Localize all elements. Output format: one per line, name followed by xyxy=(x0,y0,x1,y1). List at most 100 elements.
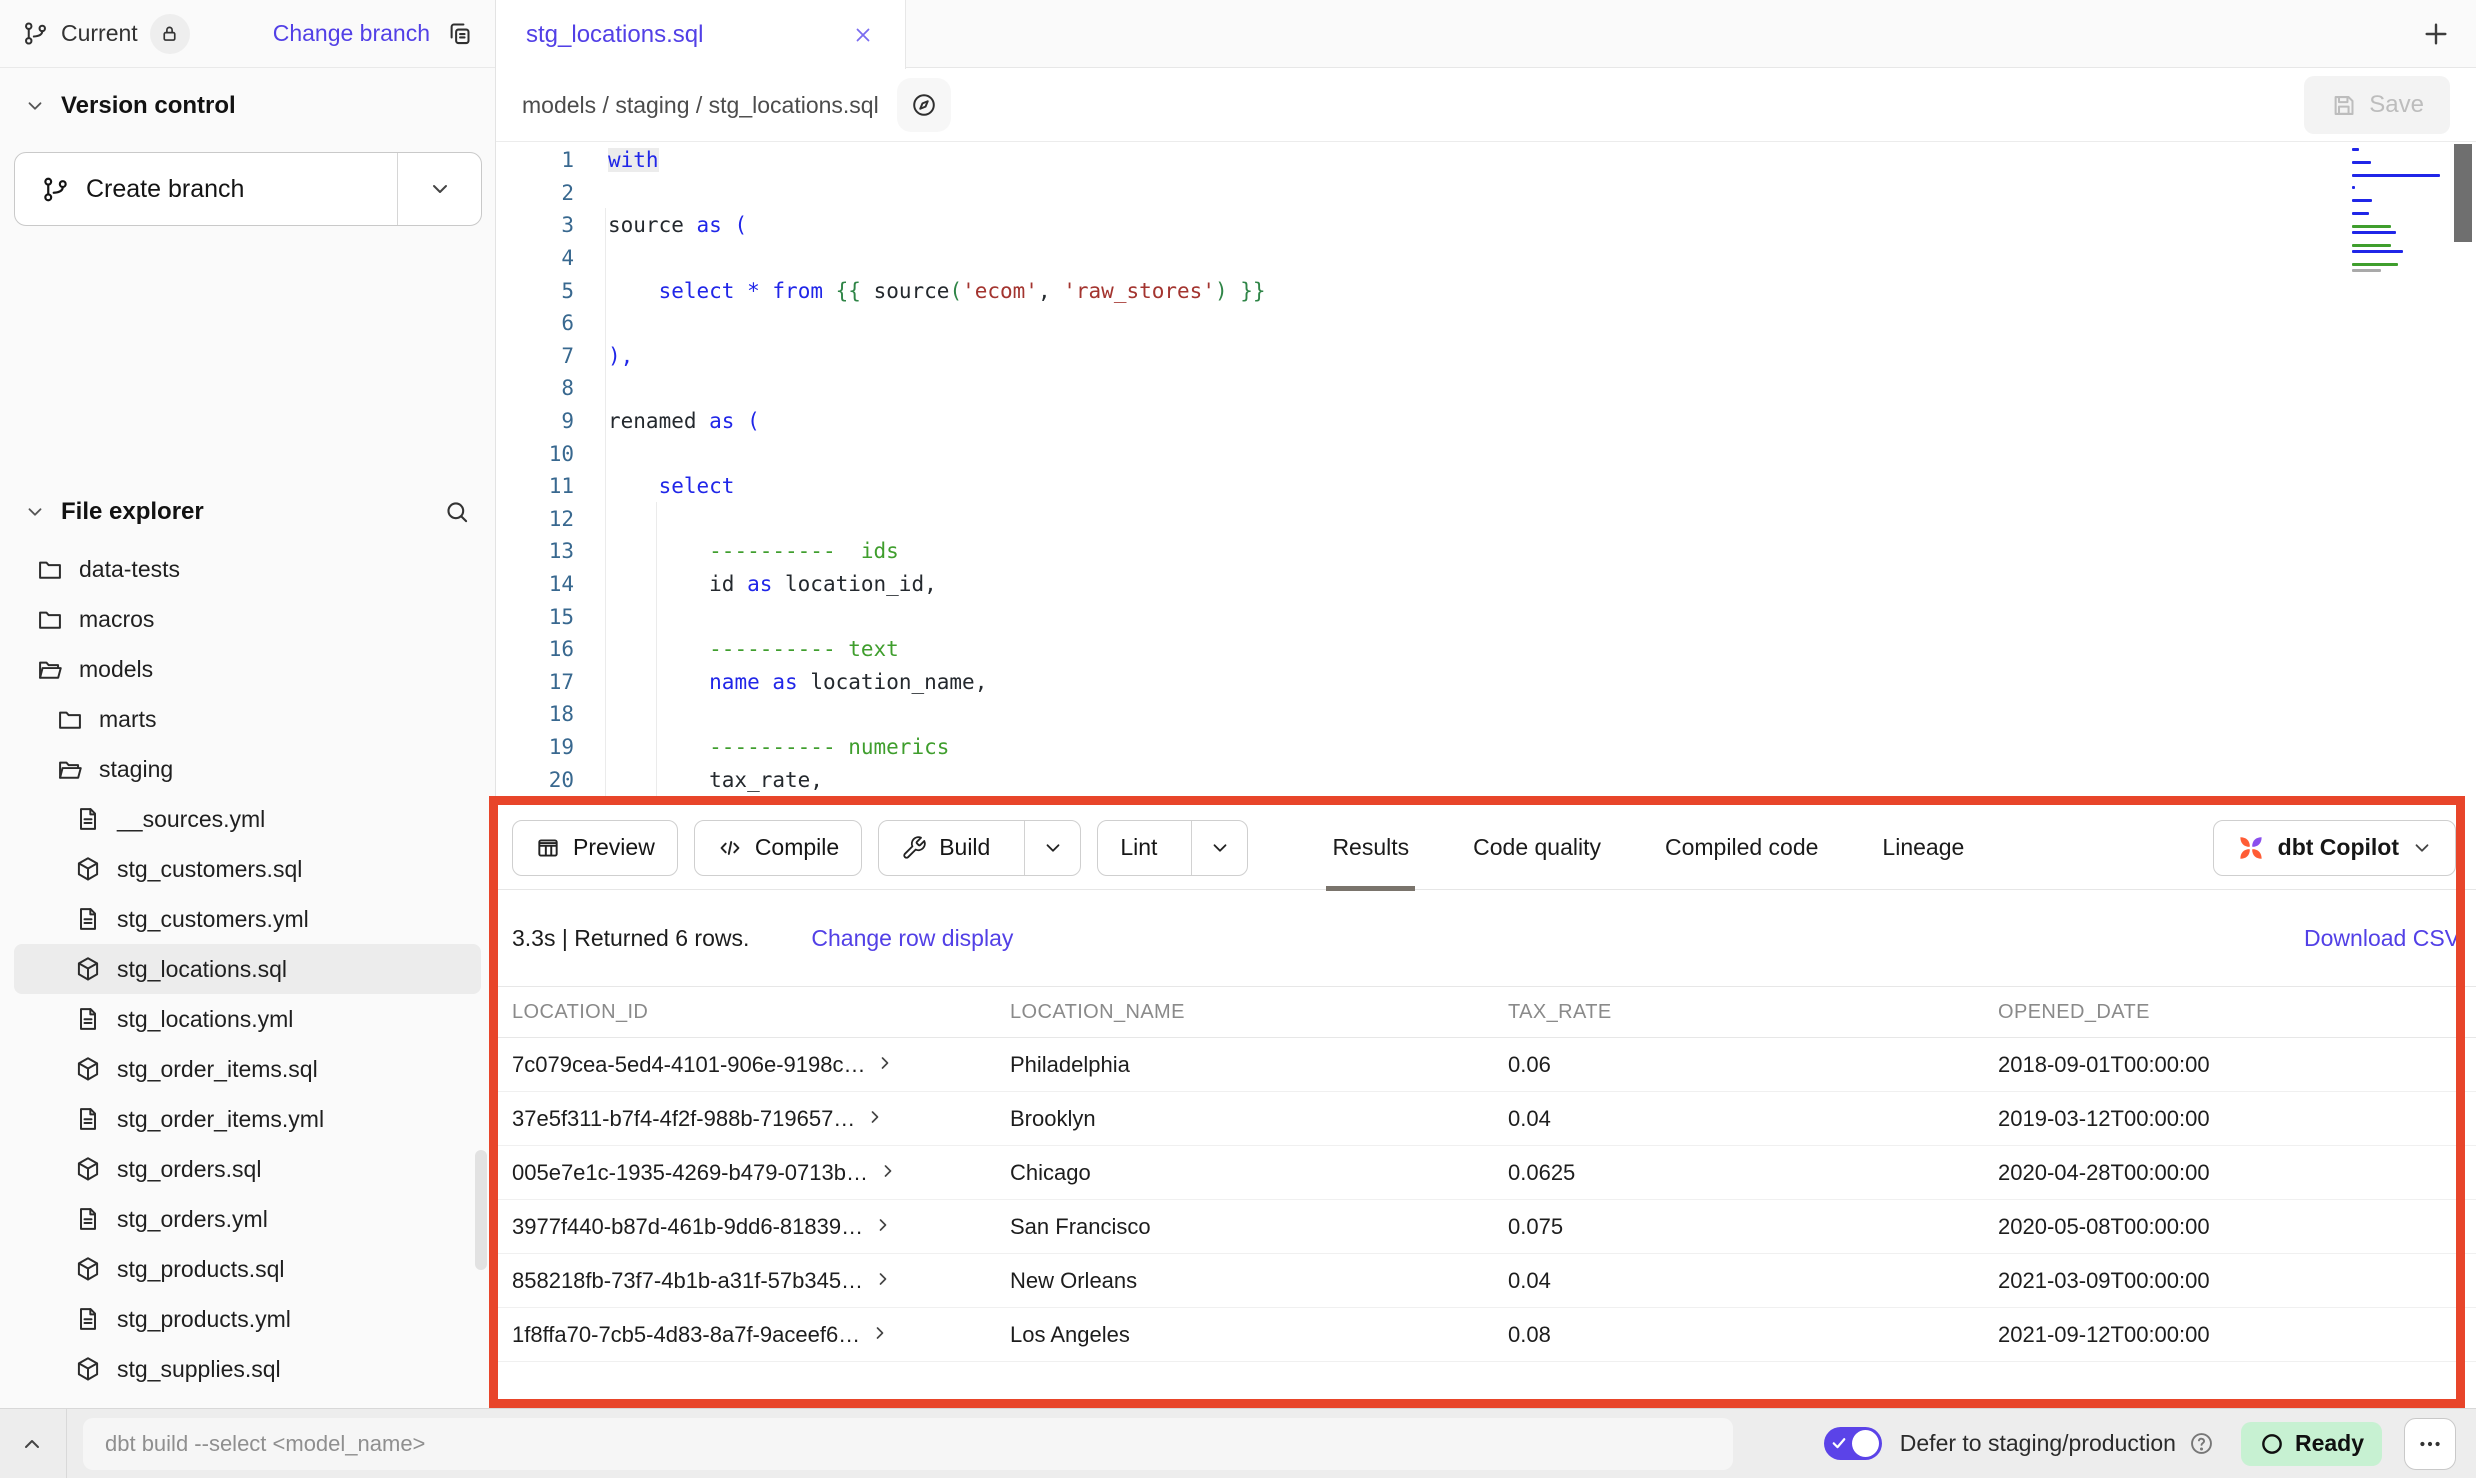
code-line: 10 xyxy=(496,437,2476,470)
panel-tab-code-quality[interactable]: Code quality xyxy=(1441,806,1633,890)
cell-location-id: 3977f440-b87d-461b-9dd6-81839… xyxy=(512,1214,1010,1240)
file-item-models[interactable]: models xyxy=(14,644,481,694)
expand-chevron-icon[interactable] xyxy=(865,1107,885,1127)
change-branch-link[interactable]: Change branch xyxy=(273,20,430,47)
file-item-label: data-tests xyxy=(79,556,180,583)
file-explorer-header[interactable]: File explorer xyxy=(0,488,495,536)
dbt-copilot-button[interactable]: dbt Copilot xyxy=(2213,820,2456,876)
preview-button[interactable]: Preview xyxy=(512,820,678,876)
explore-lineage-button[interactable] xyxy=(897,78,951,132)
create-branch-main[interactable]: Create branch xyxy=(15,153,397,225)
ready-label: Ready xyxy=(2295,1430,2364,1457)
cell-tax_rate: 0.08 xyxy=(1508,1322,1998,1348)
panel-tab-lineage[interactable]: Lineage xyxy=(1850,806,1996,890)
file-icon xyxy=(74,905,102,933)
file-item-stg-order-items-sql[interactable]: stg_order_items.sql xyxy=(14,1044,481,1094)
file-item-stg-supplies-sql[interactable]: stg_supplies.sql xyxy=(14,1344,481,1394)
file-item-stg-products-yml[interactable]: stg_products.yml xyxy=(14,1294,481,1344)
file-item-marts[interactable]: marts xyxy=(14,694,481,744)
collapse-panel-button[interactable] xyxy=(20,1432,44,1456)
expand-chevron-icon[interactable] xyxy=(873,1215,893,1235)
expand-chevron-icon[interactable] xyxy=(875,1053,895,1073)
editor-minimap[interactable] xyxy=(2352,148,2444,276)
command-input[interactable] xyxy=(83,1418,1733,1470)
lint-split-button: Lint xyxy=(1097,820,1248,876)
create-branch-button[interactable]: Create branch xyxy=(14,152,482,226)
save-button[interactable]: Save xyxy=(2304,76,2450,134)
expand-chevron-icon[interactable] xyxy=(870,1323,890,1343)
line-number: 2 xyxy=(496,181,600,205)
cell-location_name: San Francisco xyxy=(1010,1214,1508,1240)
cube-icon xyxy=(74,1155,102,1183)
tab-close-button[interactable] xyxy=(851,23,875,47)
file-item-stg-products-sql[interactable]: stg_products.sql xyxy=(14,1244,481,1294)
cell-location-id: 858218fb-73f7-4b1b-a31f-57b345… xyxy=(512,1268,1010,1294)
question-circle-icon xyxy=(2188,1430,2215,1457)
help-icon[interactable] xyxy=(2188,1430,2215,1457)
line-number: 7 xyxy=(496,344,600,368)
code-line: 4 xyxy=(496,242,2476,275)
branch-bar: Current Change branch xyxy=(0,0,495,68)
expand-chevron-icon[interactable] xyxy=(878,1161,898,1181)
table-icon xyxy=(535,835,561,861)
cell-location-id: 005e7e1c-1935-4269-b479-0713b… xyxy=(512,1160,1010,1186)
table-row: 7c079cea-5ed4-4101-906e-9198c…Philadelph… xyxy=(496,1038,2476,1092)
line-number: 1 xyxy=(496,148,600,172)
file-item-stg-locations-sql[interactable]: stg_locations.sql xyxy=(14,944,481,994)
code-line: 19 ---------- numerics xyxy=(496,731,2476,764)
tab-stg-locations[interactable]: stg_locations.sql xyxy=(496,0,906,69)
build-dropdown[interactable] xyxy=(1024,821,1080,875)
file-item-stg-customers-yml[interactable]: stg_customers.yml xyxy=(14,894,481,944)
file-item-stg-order-items-yml[interactable]: stg_order_items.yml xyxy=(14,1094,481,1144)
create-branch-dropdown[interactable] xyxy=(397,153,481,225)
editor-scrollbar-thumb[interactable] xyxy=(2454,144,2472,242)
compile-button[interactable]: Compile xyxy=(694,820,862,876)
folder-icon xyxy=(36,555,64,583)
code-text: ---------- ids xyxy=(600,539,899,563)
lint-dropdown[interactable] xyxy=(1191,821,1247,875)
cell-opened_date: 2021-03-09T00:00:00 xyxy=(1998,1268,2460,1294)
version-control-header[interactable]: Version control xyxy=(0,82,495,130)
file-item-data-tests[interactable]: data-tests xyxy=(14,544,481,594)
table-row: 005e7e1c-1935-4269-b479-0713b…Chicago0.0… xyxy=(496,1146,2476,1200)
sidebar: Current Change branch Version control Cr… xyxy=(0,0,496,1408)
expand-chevron-icon[interactable] xyxy=(873,1269,893,1289)
change-row-display-link[interactable]: Change row display xyxy=(811,925,1013,952)
compile-label: Compile xyxy=(755,834,839,861)
dbt-copilot-icon xyxy=(2236,833,2266,863)
query-summary: 3.3s | Returned 6 rows. xyxy=(512,925,749,952)
table-row: 3977f440-b87d-461b-9dd6-81839…San Franci… xyxy=(496,1200,2476,1254)
panel-tab-compiled-code[interactable]: Compiled code xyxy=(1633,806,1850,890)
cell-location-id: 7c079cea-5ed4-4101-906e-9198c… xyxy=(512,1052,1010,1078)
download-csv-link[interactable]: Download CSV xyxy=(2304,925,2460,952)
file-item--sources-yml[interactable]: __sources.yml xyxy=(14,794,481,844)
code-editor[interactable]: 1with23source as (45 select * from {{ so… xyxy=(496,142,2476,806)
cube-icon xyxy=(74,1055,102,1083)
build-button[interactable]: Build xyxy=(879,821,1012,875)
sidebar-scrollbar-thumb[interactable] xyxy=(475,1150,487,1270)
file-icon xyxy=(74,1205,102,1233)
copy-branch-button[interactable] xyxy=(446,20,473,47)
file-item-stg-orders-sql[interactable]: stg_orders.sql xyxy=(14,1144,481,1194)
folder-open-icon xyxy=(56,755,84,783)
file-icon xyxy=(74,1305,102,1333)
panel-tab-results[interactable]: Results xyxy=(1300,806,1441,890)
file-search-button[interactable] xyxy=(443,498,471,526)
cell-tax_rate: 0.0625 xyxy=(1508,1160,1998,1186)
defer-toggle[interactable] xyxy=(1824,1427,1882,1460)
line-number: 15 xyxy=(496,605,600,629)
file-item-stg-orders-yml[interactable]: stg_orders.yml xyxy=(14,1194,481,1244)
file-item-stg-customers-sql[interactable]: stg_customers.sql xyxy=(14,844,481,894)
table-row: 37e5f311-b7f4-4f2f-988b-719657…Brooklyn0… xyxy=(496,1092,2476,1146)
code-text: tax_rate, xyxy=(600,768,823,792)
save-icon xyxy=(2330,92,2357,119)
more-options-button[interactable] xyxy=(2404,1418,2456,1470)
cell-tax_rate: 0.075 xyxy=(1508,1214,1998,1240)
file-item-stg-locations-yml[interactable]: stg_locations.yml xyxy=(14,994,481,1044)
code-line: 9renamed as ( xyxy=(496,405,2476,438)
cell-opened_date: 2019-03-12T00:00:00 xyxy=(1998,1106,2460,1132)
file-item-staging[interactable]: staging xyxy=(14,744,481,794)
new-tab-button[interactable] xyxy=(2420,18,2452,50)
lint-button[interactable]: Lint xyxy=(1098,821,1179,875)
file-item-macros[interactable]: macros xyxy=(14,594,481,644)
